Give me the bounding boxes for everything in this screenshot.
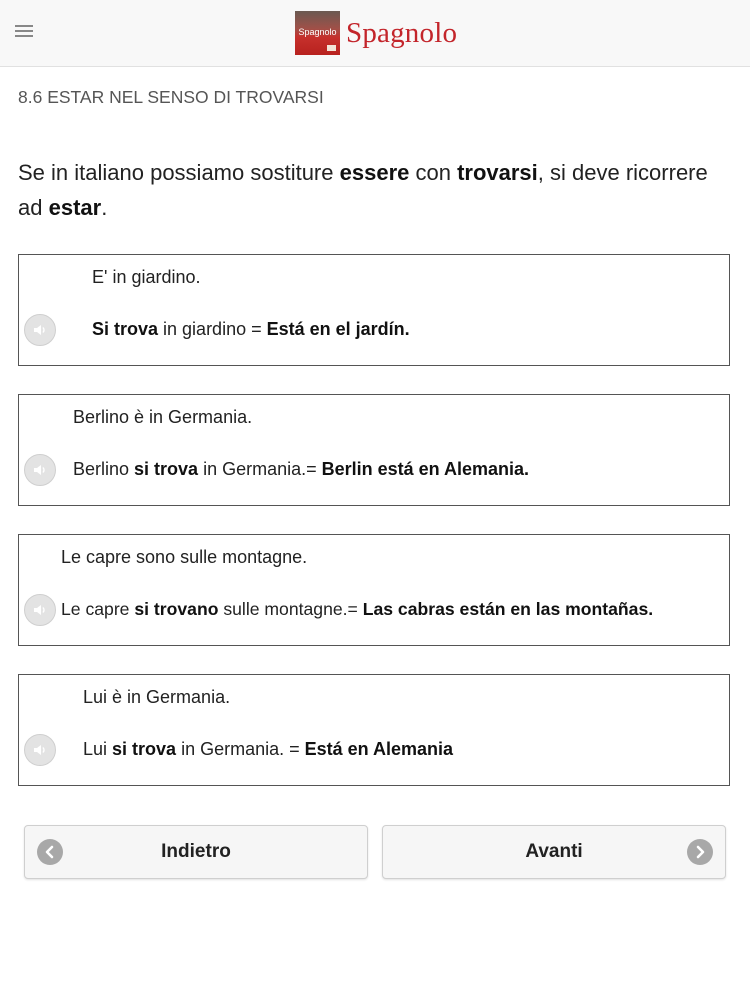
- intro-text: con: [409, 160, 458, 185]
- brand: Spagnolo Spagnolo: [295, 10, 457, 56]
- example-sentence: Le capre sono sulle montagne.: [61, 547, 308, 567]
- example-translation: Berlino si trova in Germania.= Berlin es…: [73, 459, 529, 480]
- translation-bold: si trova: [112, 739, 177, 759]
- intro-bold-term: trovarsi: [457, 160, 538, 185]
- example-card: E' in giardino. Si trova in giardino = E…: [18, 254, 730, 366]
- speaker-icon[interactable]: [24, 594, 56, 626]
- app-header: Spagnolo Spagnolo: [0, 0, 750, 67]
- translation-text: Le capre: [61, 599, 135, 619]
- intro-bold-term: estar: [48, 195, 102, 220]
- translation-text: sulle montagne.=: [218, 599, 363, 619]
- translation-text: in giardino =: [158, 319, 267, 339]
- intro-bold-term: essere: [339, 160, 410, 185]
- example-translation: Lui si trova in Germania. = Está en Alem…: [83, 739, 453, 760]
- hamburger-menu-icon[interactable]: [15, 25, 33, 39]
- intro-text: Se in italiano possiamo sostiture: [18, 160, 340, 185]
- speaker-icon[interactable]: [24, 314, 56, 346]
- translation-spanish: Berlin está en Alemania.: [321, 459, 530, 479]
- example-card: Lui è in Germania. Lui si trova in Germa…: [18, 674, 730, 786]
- back-button[interactable]: Indietro: [24, 825, 368, 879]
- example-translation: Le capre si trovano sulle montagne.= Las…: [61, 599, 653, 620]
- translation-text: in Germania.=: [198, 459, 322, 479]
- translation-bold: si trova: [134, 459, 199, 479]
- back-button-label: Indietro: [161, 841, 231, 862]
- translation-spanish: Está en Alemania: [304, 739, 454, 759]
- translation-text: in Germania. =: [176, 739, 305, 759]
- example-sentence: E' in giardino.: [92, 267, 201, 287]
- logo-text: Spagnolo: [298, 27, 337, 37]
- speaker-icon[interactable]: [24, 734, 56, 766]
- intro-paragraph: Se in italiano possiamo sostiture essere…: [18, 155, 718, 225]
- intro-text: .: [101, 195, 108, 220]
- arrow-right-circle-icon: [687, 839, 713, 865]
- logo-flag-mark: [327, 45, 336, 51]
- example-translation: Si trova in giardino = Está en el jardín…: [92, 319, 410, 340]
- translation-bold: si trovano: [134, 599, 219, 619]
- example-card: Le capre sono sulle montagne. Le capre s…: [18, 534, 730, 646]
- speaker-icon[interactable]: [24, 454, 56, 486]
- translation-spanish: Está en el jardín.: [266, 319, 410, 339]
- next-button[interactable]: Avanti: [382, 825, 726, 879]
- example-card: Berlino è in Germania. Berlino si trova …: [18, 394, 730, 506]
- example-sentence: Berlino è in Germania.: [73, 407, 253, 427]
- translation-text: Lui: [83, 739, 113, 759]
- section-title: 8.6 ESTAR NEL SENSO DI TROVARSI: [18, 87, 324, 107]
- translation-bold: Si trova: [92, 319, 159, 339]
- app-title: Spagnolo: [346, 16, 458, 49]
- translation-spanish: Las cabras están en las montañas.: [362, 599, 654, 619]
- example-sentence: Lui è in Germania.: [83, 687, 231, 707]
- app-logo: Spagnolo: [295, 11, 340, 55]
- translation-text: Berlino: [73, 459, 135, 479]
- next-button-label: Avanti: [525, 841, 583, 862]
